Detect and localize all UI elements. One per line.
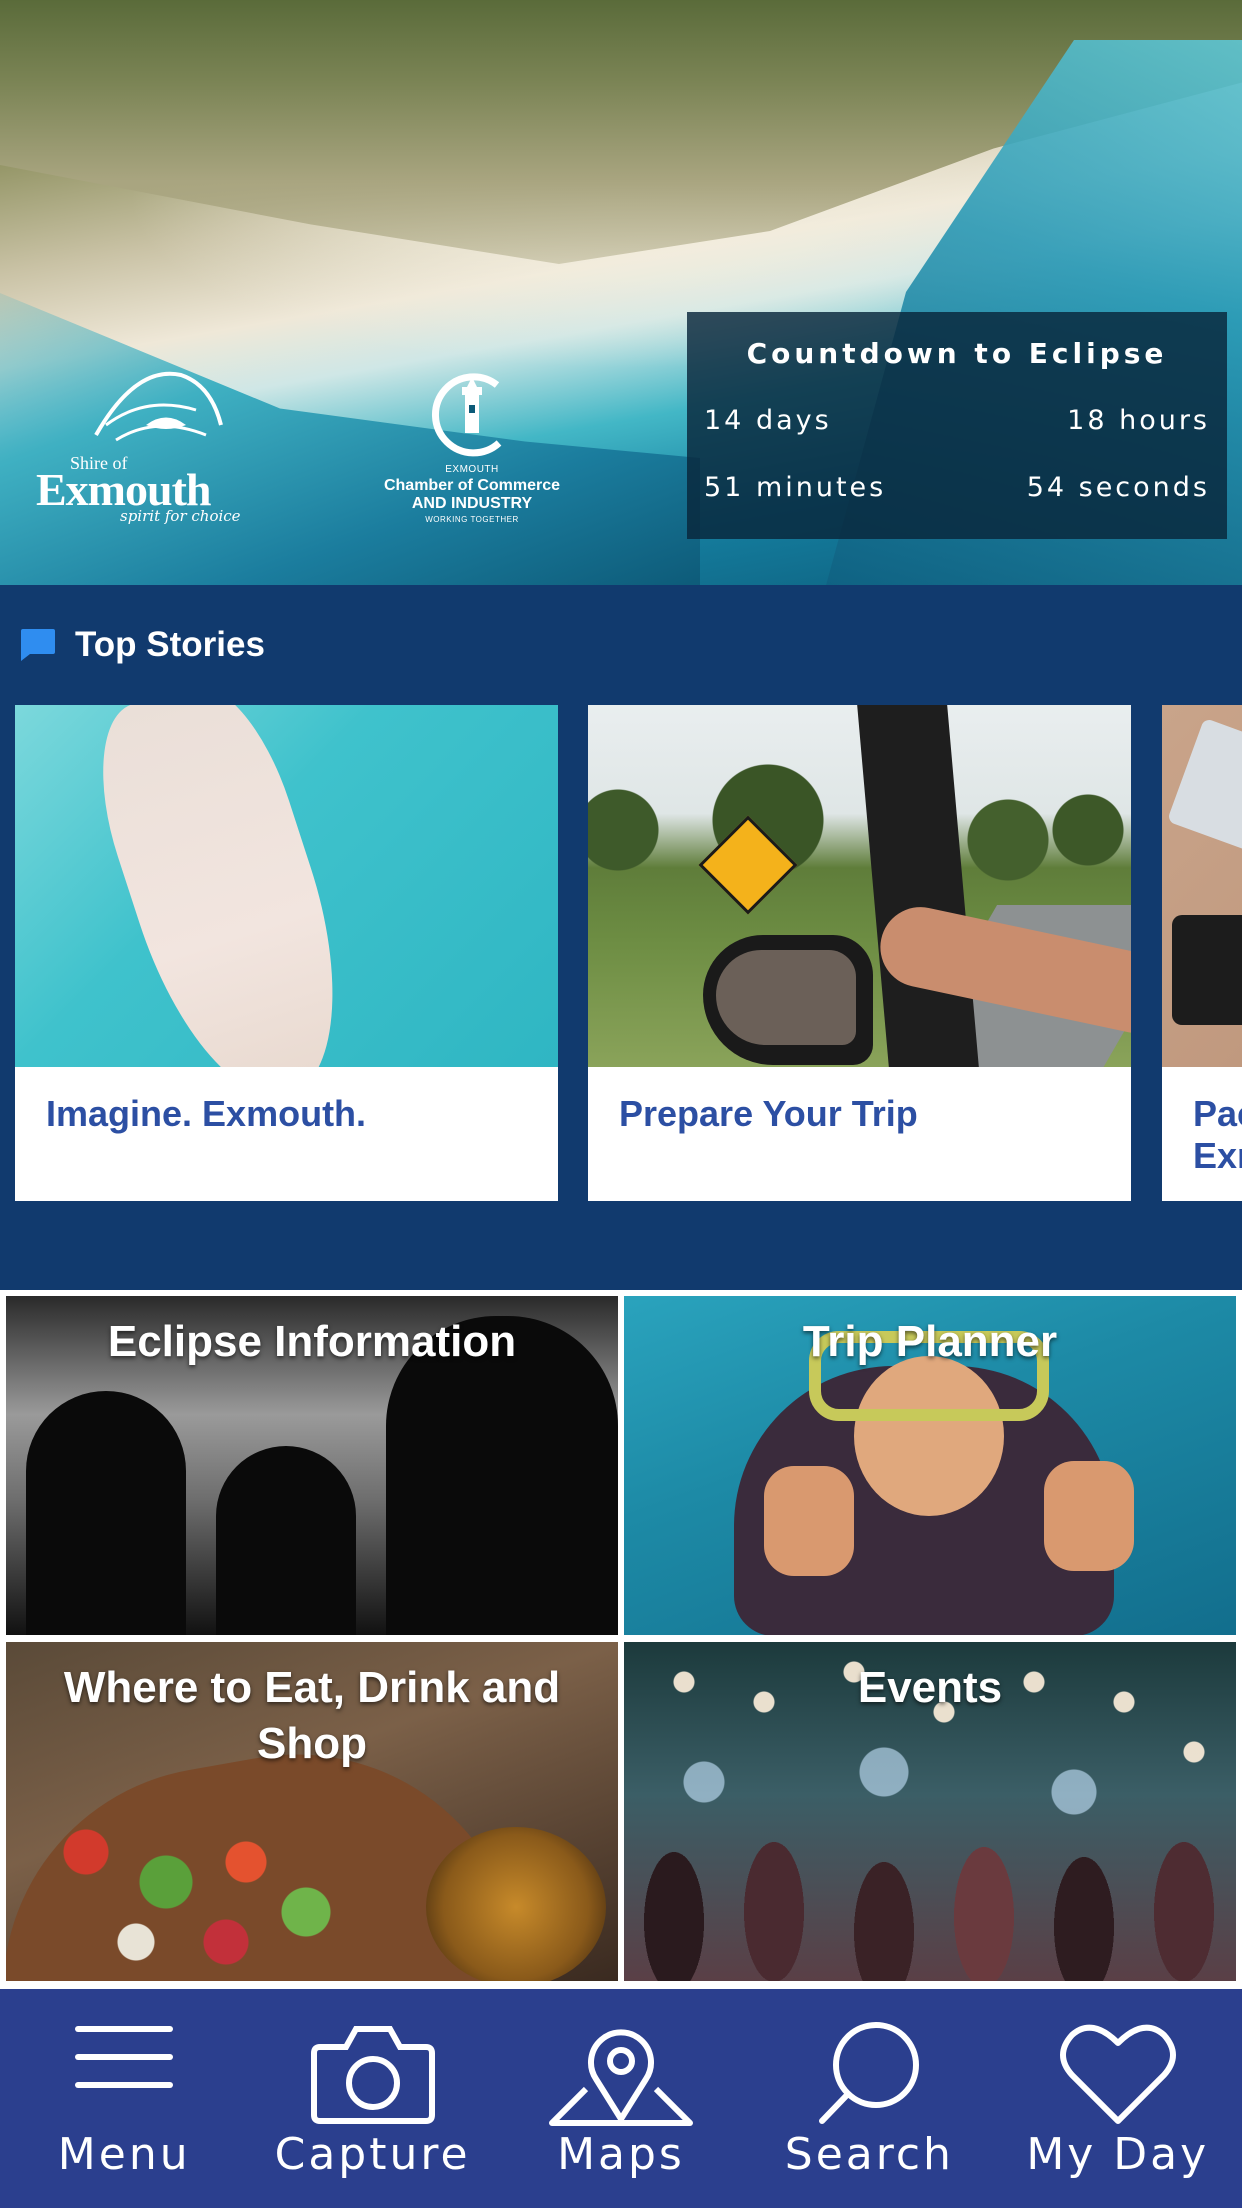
nav-my-day-label: My Day [1026, 2129, 1210, 2180]
trees [588, 760, 1131, 900]
map-pin-icon [548, 2029, 693, 2126]
top-stories-header: Top Stories [18, 625, 265, 665]
tile-title: Eclipse Information [107, 1317, 517, 1366]
story-card[interactable]: Prepare Your Trip [588, 705, 1131, 1201]
silhouette [216, 1446, 356, 1635]
nav-search[interactable]: Search [745, 1989, 993, 2208]
salsa [46, 1812, 366, 1981]
tile-title: Events [857, 1663, 1003, 1712]
hero-banner: Shire of Exmouth spirit for choice EXMOU… [0, 0, 1242, 585]
story-card-label: Pac Exm [1193, 1093, 1242, 1176]
nav-maps[interactable]: Maps [497, 1989, 745, 2208]
menu-icon [75, 2026, 174, 2088]
grilled-lime [426, 1827, 606, 1981]
story-card-label: Imagine. Exmouth. [46, 1093, 367, 1134]
story-image-road-trip [588, 705, 1131, 1067]
story-card-label: Prepare Your Trip [619, 1093, 918, 1134]
shire-of-exmouth-logo: Shire of Exmouth spirit for choice [36, 355, 266, 535]
nav-menu[interactable]: Menu [0, 1989, 248, 2208]
chamber-logo-small: EXMOUTH [445, 464, 499, 475]
silhouette [26, 1391, 186, 1635]
shire-logo-tagline: spirit for choice [120, 507, 241, 525]
chamber-logo-tiny: WORKING TOGETHER [425, 515, 519, 524]
story-card[interactable]: Pac Exm [1162, 705, 1242, 1201]
nav-menu-label: Menu [57, 2129, 191, 2180]
eclipse-countdown: Countdown to Eclipse 14 days 18 hours 51… [687, 312, 1227, 539]
tile-title: Where to Eat, Drink and Shop [63, 1663, 561, 1768]
story-image-beach [15, 705, 558, 1067]
nav-maps-label: Maps [557, 2129, 685, 2180]
chamber-logo-line2: AND INDUSTRY [411, 495, 533, 512]
search-icon [819, 2022, 920, 2124]
story-card[interactable]: Imagine. Exmouth. [15, 705, 558, 1201]
countdown-minutes: 51 minutes [704, 472, 887, 503]
bottom-navigation: Menu Capture Maps Search My Day [0, 1989, 1242, 2208]
tile-trip-planner[interactable]: Trip Planner [624, 1296, 1236, 1635]
chamber-of-commerce-logo: EXMOUTH Chamber of Commerce AND INDUSTRY… [366, 365, 578, 540]
countdown-hours: 18 hours [1067, 405, 1210, 436]
top-stories-section[interactable]: Top Stories Imagine. Exmouth. Prepare Yo… [0, 585, 1242, 1290]
nav-my-day[interactable]: My Day [994, 1989, 1242, 2208]
phone [1166, 717, 1242, 863]
heart-icon [1059, 2024, 1176, 2124]
crowd [624, 1832, 1236, 1981]
camera-icon [310, 2026, 435, 2124]
top-stories-title: Top Stories [75, 625, 265, 664]
mirror-reflection [716, 950, 856, 1045]
nav-capture-label: Capture [274, 2129, 471, 2180]
thumb [764, 1466, 854, 1576]
countdown-seconds: 54 seconds [1026, 472, 1210, 503]
feature-tile-grid: Eclipse Information Trip Planner Where t… [0, 1290, 1242, 1989]
countdown-days: 14 days [704, 405, 832, 436]
countdown-title: Countdown to Eclipse [746, 337, 1168, 370]
story-image-desk [1162, 705, 1242, 1067]
sandbar [74, 705, 376, 1067]
tile-events[interactable]: Events [624, 1642, 1236, 1981]
shire-logo-mark-icon [94, 371, 223, 442]
thumb [1044, 1461, 1134, 1571]
chamber-logo-line1: Chamber of Commerce [383, 477, 561, 494]
camera [1172, 915, 1242, 1025]
nav-capture[interactable]: Capture [248, 1989, 496, 2208]
lighthouse-icon [432, 373, 502, 457]
tile-eclipse-information[interactable]: Eclipse Information [6, 1296, 618, 1635]
tile-title: Trip Planner [802, 1317, 1058, 1366]
nav-search-label: Search [784, 2129, 954, 2180]
chat-bubble-icon [21, 629, 55, 661]
tile-eat-drink-shop[interactable]: Where to Eat, Drink and Shop [6, 1642, 618, 1981]
